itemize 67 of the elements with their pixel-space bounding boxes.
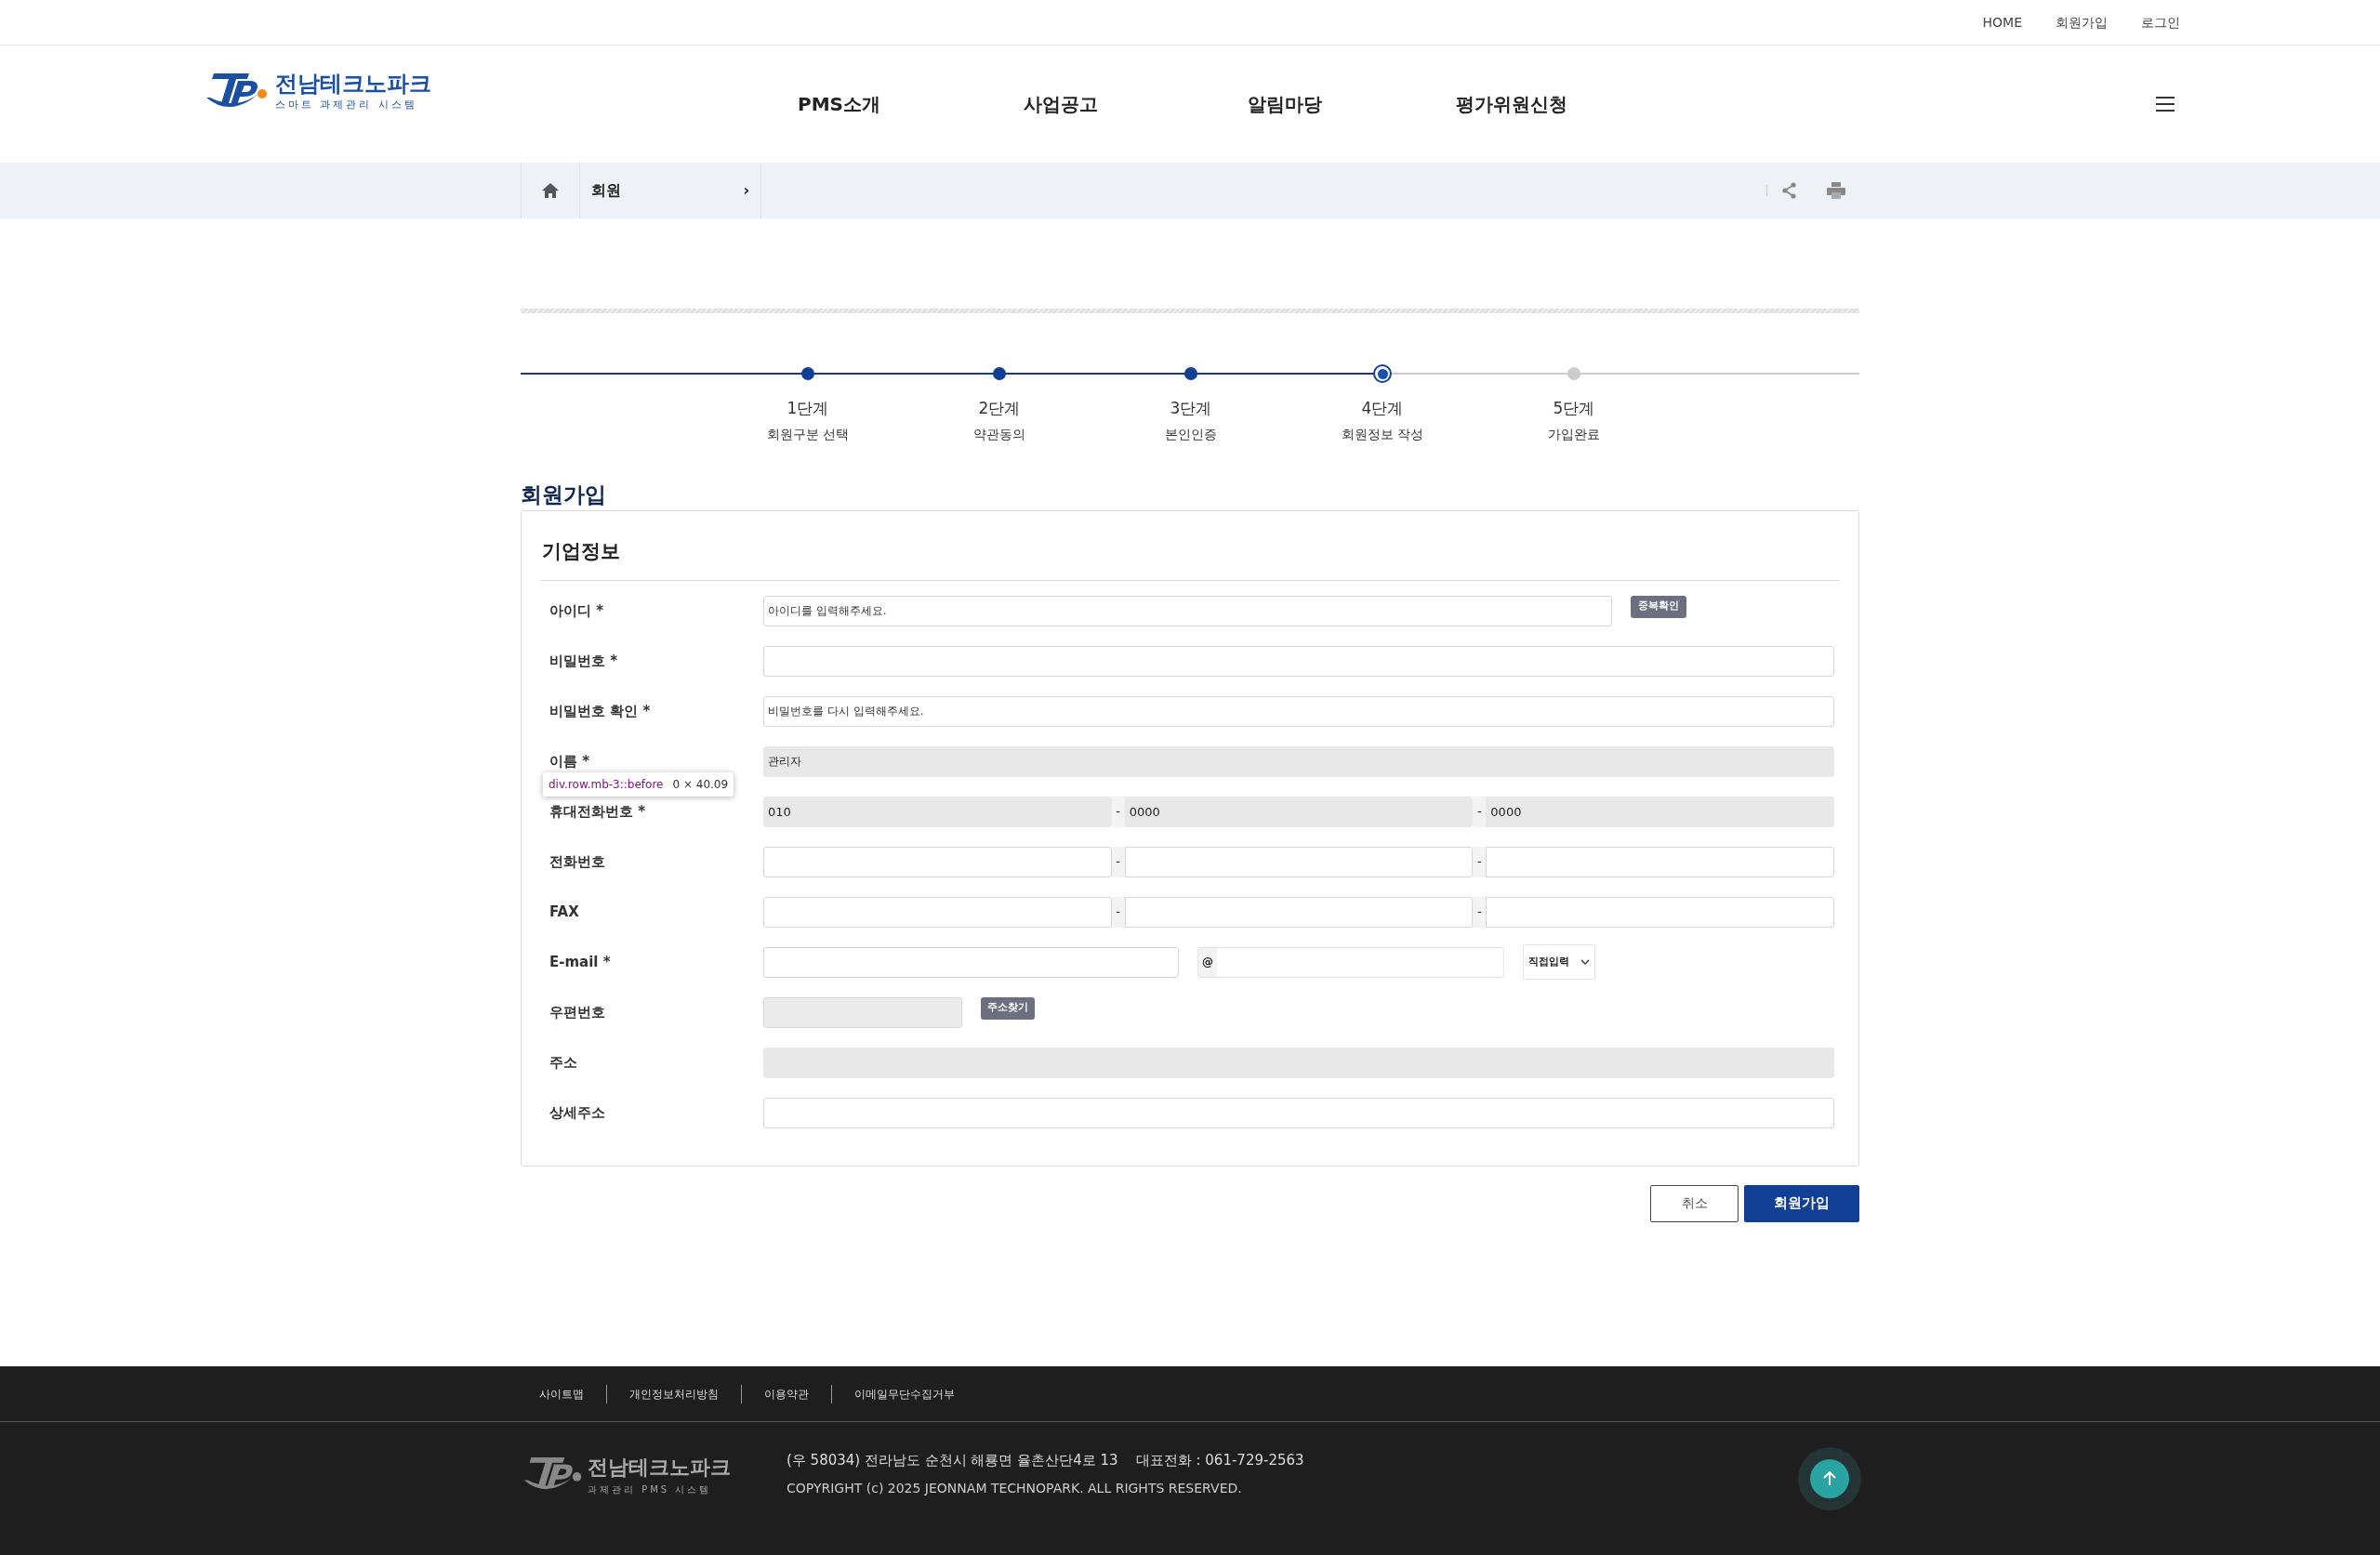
phone-field[interactable]	[1486, 896, 1834, 928]
copyright: COPYRIGHT (c) 2025 JEONNAM TECHNOPARK. ALL RIGHTS RESERVED.	[787, 1479, 1243, 1497]
section-title: 기업정보	[540, 537, 1840, 581]
footer-logo-subtitle: 과제관리 PMS 시스템	[588, 1483, 713, 1496]
logo-title: 전남테크노파크	[275, 69, 431, 98]
top-link[interactable]: 로그인	[2141, 12, 2180, 33]
page-title: 회원가입	[521, 481, 607, 508]
top-link[interactable]: 회원가입	[2056, 12, 2108, 33]
home-icon[interactable]	[541, 182, 560, 199]
print-icon[interactable]	[1827, 182, 1845, 199]
footer-address: (우 58034) 전라남도 순천시 해룡면 율촌산단4로 13 대표전화 : 061-729-2563	[787, 1451, 1304, 1471]
field-label: 비밀번호 확인 *	[549, 701, 652, 721]
email-field[interactable]	[763, 946, 1179, 978]
step-number: 3단계	[1170, 398, 1212, 419]
field-label: 전화번호	[549, 851, 606, 872]
devtools-tooltip: div.row.mb-3::before 0 × 40.09	[543, 771, 734, 797]
phone-field[interactable]	[1124, 896, 1474, 928]
field-label: 주소	[549, 1052, 578, 1073]
check-duplicate-button[interactable]: 중복확인	[1631, 595, 1686, 618]
step-label: 본인인증	[1165, 425, 1217, 443]
text-field[interactable]: 비밀번호를 다시 입력해주세요.	[763, 695, 1834, 727]
field-label: 아이디 *	[549, 600, 605, 621]
phone-field[interactable]	[763, 846, 1112, 877]
phone-field[interactable]	[1486, 846, 1834, 877]
step-label: 약관동의	[973, 425, 1025, 443]
step-number: 4단계	[1361, 398, 1404, 419]
footer-link[interactable]: 이메일무단수집거부	[854, 1385, 955, 1403]
email-domain-select[interactable]: 직접입력	[1523, 944, 1595, 980]
separator: -	[1473, 846, 1487, 877]
arrow-up-icon	[1823, 1471, 1836, 1486]
field-label: 우편번호	[549, 1002, 606, 1022]
nav-item[interactable]: 알림마당	[1248, 90, 1322, 118]
step-label: 회원구분 선택	[766, 425, 850, 443]
field-label: 비밀번호 *	[549, 651, 619, 671]
breadcrumb-dropdown[interactable]: 회원 ›	[580, 163, 761, 218]
text-field[interactable]	[763, 645, 1834, 677]
phone-field[interactable]	[763, 896, 1112, 928]
share-icon[interactable]	[1782, 182, 1797, 199]
field-label: 이름 *	[549, 751, 591, 771]
text-field[interactable]	[763, 1097, 1834, 1128]
logo-subtitle: 스마트 과제관리 시스템	[275, 97, 418, 112]
step-label: 회원정보 작성	[1341, 425, 1424, 443]
step-label: 가입완료	[1548, 425, 1600, 443]
menu-icon[interactable]	[2156, 97, 2175, 112]
footer-link[interactable]: 사이트맵	[539, 1385, 584, 1403]
scroll-top-button[interactable]	[1810, 1459, 1849, 1498]
field-label: 상세주소	[549, 1102, 606, 1123]
submit-button[interactable]: 회원가입	[1744, 1184, 1859, 1222]
step-number: 5단계	[1553, 398, 1595, 419]
top-link[interactable]: HOME	[1982, 12, 2022, 33]
phone-field[interactable]	[1124, 846, 1474, 877]
nav-item[interactable]: 사업공고	[1024, 90, 1098, 118]
field-label: FAX	[549, 902, 580, 922]
text-field[interactable]: 아이디를 입력해주세요.	[763, 595, 1612, 626]
field-label: 휴대전화번호 *	[549, 801, 647, 822]
separator: -	[1473, 796, 1487, 827]
separator: -	[1473, 896, 1487, 928]
footer-link[interactable]: 이용약관	[764, 1385, 809, 1403]
footer-logo-title: 전남테크노파크	[588, 1455, 731, 1481]
chevron-down-icon	[1580, 959, 1590, 965]
nav-item[interactable]: PMS소개	[798, 90, 880, 118]
cancel-button[interactable]: 취소	[1650, 1184, 1739, 1222]
step-number: 2단계	[978, 398, 1021, 419]
field-label: E-mail *	[549, 952, 612, 972]
footer-link[interactable]: 개인정보처리방침	[629, 1385, 719, 1403]
nav-item[interactable]: 평가위원신청	[1456, 90, 1567, 118]
step-number: 1단계	[787, 398, 829, 419]
